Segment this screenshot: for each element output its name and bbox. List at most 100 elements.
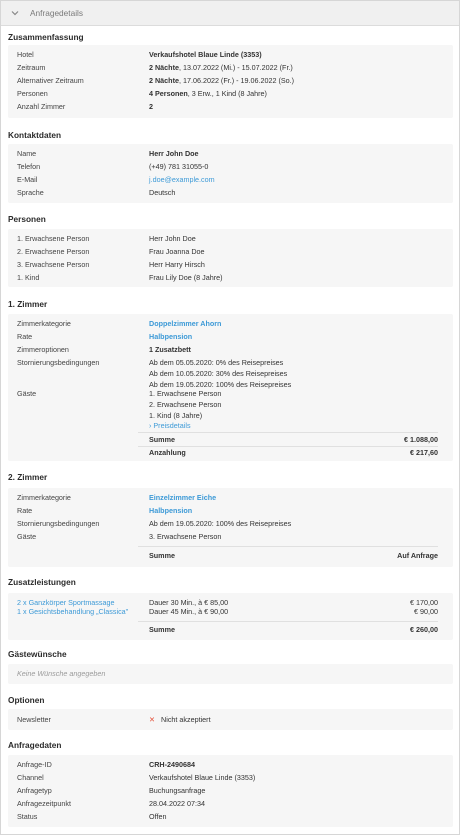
summary-alt-period-row: Alternativer Zeitraum 2 Nächte, 17.06.20… [17, 75, 438, 86]
room1-rate-row: Rate Halbpension [17, 331, 438, 342]
cancel-line: Ab dem 10.05.2020: 30% des Reisepreises [149, 369, 288, 378]
chevron-down-icon[interactable] [10, 8, 20, 18]
contact-lang-row: Sprache Deutsch [17, 187, 438, 198]
contact-phone-label: Telefon [17, 162, 41, 171]
contact-name-label: Name [17, 149, 37, 158]
extras-sum-row: Summe € 260,00 [17, 624, 438, 635]
guest-line: 1. Erwachsene Person [149, 389, 222, 398]
guest-line: 2. Erwachsene Person [149, 400, 222, 409]
room1-cancel-row: Stornierungsbedingungen Ab dem 05.05.202… [17, 357, 438, 390]
room1-options-label: Zimmeroptionen [17, 345, 69, 354]
contact-name-value: Herr John Doe [149, 149, 199, 158]
room2-category-link[interactable]: Einzelzimmer Eiche [149, 492, 216, 503]
room2-category-row: Zimmerkategorie Einzelzimmer Eiche [17, 492, 438, 503]
room2-sum-row: Summe Auf Anfrage [17, 550, 438, 561]
room1-price-details-row: › Preisdetails [17, 420, 438, 431]
newsletter-label: Newsletter [17, 715, 51, 724]
contact-lang-label: Sprache [17, 188, 44, 197]
panel-header[interactable]: Anfragedetails [1, 1, 459, 26]
price-details-link[interactable]: › Preisdetails [149, 420, 191, 431]
extras-sum-label: Summe [149, 625, 175, 634]
room1-rate-link[interactable]: Halbpension [149, 331, 192, 342]
request-type-row: Anfragetyp Buchungsanfrage [17, 785, 438, 796]
summary-period-value: 2 Nächte, 13.07.2022 (Mi.) - 15.07.2022 … [149, 63, 293, 72]
summary-card: Hotel Verkaufshotel Blaue Linde (3353) Z… [8, 45, 453, 118]
room2-guests-row: Gäste 3. Erwachsene Person [17, 531, 438, 542]
options-card: Newsletter ✕ Nicht akzeptiert [8, 709, 453, 730]
request-time-row: Anfragezeitpunkt 28.04.2022 07:34 [17, 798, 438, 809]
room1-cancel-label: Stornierungsbedingungen [17, 358, 100, 367]
room1-sum-row: Summe € 1.088,00 [17, 434, 438, 445]
request-time-value: 28.04.2022 07:34 [149, 799, 205, 808]
summary-hotel-value: Verkaufshotel Blaue Linde (3353) [149, 50, 262, 59]
summary-period-row: Zeitraum 2 Nächte, 13.07.2022 (Mi.) - 15… [17, 62, 438, 73]
newsletter-row: Newsletter ✕ Nicht akzeptiert [17, 714, 438, 725]
room1-card: Zimmerkategorie Doppelzimmer Ahorn Rate … [8, 314, 453, 461]
request-type-label: Anfragetyp [17, 786, 52, 795]
room2-cancel-value: Ab dem 19.05.2020: 100% des Reisepreises [149, 519, 292, 528]
contact-title: Kontaktdaten [8, 130, 62, 140]
contact-card: Name Herr John Doe Telefon (+49) 781 310… [8, 144, 453, 203]
room1-category-row: Zimmerkategorie Doppelzimmer Ahorn [17, 318, 438, 329]
room1-deposit-value: € 217,60 [410, 448, 438, 457]
room1-category-link[interactable]: Doppelzimmer Ahorn [149, 318, 221, 329]
contact-phone-row: Telefon (+49) 781 31055-0 [17, 161, 438, 172]
extra-price: € 90,00 [414, 607, 438, 616]
persons-card: 1. Erwachsene Person Herr John Doe 2. Er… [8, 229, 453, 287]
extras-card: 2 x Ganzkörper Sportmassage Dauer 30 Min… [8, 593, 453, 640]
wishes-title: Gästewünsche [8, 649, 67, 659]
summary-rooms-row: Anzahl Zimmer 2 [17, 101, 438, 112]
room1-sum-label: Summe [149, 435, 175, 444]
room1-title: 1. Zimmer [8, 299, 48, 309]
newsletter-value: ✕ Nicht akzeptiert [149, 715, 211, 724]
contact-phone-value: (+49) 781 31055-0 [149, 162, 209, 171]
extras-title: Zusatzleistungen [8, 577, 76, 587]
summary-persons-value: 4 Personen, 3 Erw., 1 Kind (8 Jahre) [149, 89, 267, 98]
room1-sum-value: € 1.088,00 [404, 435, 438, 444]
contact-email-label: E-Mail [17, 175, 38, 184]
cancel-line: Ab dem 05.05.2020: 0% des Reisepreises [149, 358, 284, 367]
extra-name-link[interactable]: 1 x Gesichtsbehandlung „Classica" [17, 606, 128, 617]
room1-deposit-label: Anzahlung [149, 448, 186, 457]
room1-cancel-values: Ab dem 05.05.2020: 0% des Reisepreises A… [149, 357, 291, 390]
divider [138, 432, 438, 433]
table-row: 1 x Gesichtsbehandlung „Classica" Dauer … [17, 606, 438, 617]
close-icon: ✕ [149, 715, 156, 724]
contact-email-link[interactable]: j.doe@example.com [149, 174, 215, 185]
wishes-card: Keine Wünsche angegeben [8, 664, 453, 684]
extras-sum-value: € 260,00 [410, 625, 438, 634]
summary-persons-row: Personen 4 Personen, 3 Erw., 1 Kind (8 J… [17, 88, 438, 99]
divider [138, 546, 438, 547]
request-id-value: CRH-2490684 [149, 760, 195, 769]
request-details-panel: Anfragedetails Zusammenfassung Hotel Ver… [0, 0, 460, 835]
room2-category-label: Zimmerkategorie [17, 493, 71, 502]
persons-title: Personen [8, 214, 46, 224]
status-badge: Offen [149, 812, 167, 821]
request-channel-row: Channel Verkaufshotel Blaue Linde (3353) [17, 772, 438, 783]
summary-alt-period-label: Alternativer Zeitraum [17, 76, 84, 85]
divider [138, 621, 438, 622]
room1-options-value: 1 Zusatzbett [149, 345, 191, 354]
room1-category-label: Zimmerkategorie [17, 319, 71, 328]
room2-sum-value: Auf Anfrage [397, 551, 438, 560]
room1-deposit-row: Anzahlung € 217,60 [17, 447, 438, 458]
summary-hotel-row: Hotel Verkaufshotel Blaue Linde (3353) [17, 49, 438, 60]
person-value: Frau Lily Doe (8 Jahre) [149, 273, 223, 282]
room1-guests-row: Gäste 1. Erwachsene Person 2. Erwachsene… [17, 388, 438, 421]
room1-guests-values: 1. Erwachsene Person 2. Erwachsene Perso… [149, 388, 221, 421]
list-item: 1. Erwachsene Person Herr John Doe [17, 233, 438, 244]
request-status-label: Status [17, 812, 38, 821]
request-channel-value: Verkaufshotel Blaue Linde (3353) [149, 773, 256, 782]
contact-name-row: Name Herr John Doe [17, 148, 438, 159]
room2-rate-link[interactable]: Halbpension [149, 505, 192, 516]
contact-email-row: E-Mail j.doe@example.com [17, 174, 438, 185]
list-item: 3. Erwachsene Person Herr Harry Hirsch [17, 259, 438, 270]
request-channel-label: Channel [17, 773, 44, 782]
options-title: Optionen [8, 695, 45, 705]
person-label: 1. Erwachsene Person [17, 234, 90, 243]
room2-rate-row: Rate Halbpension [17, 505, 438, 516]
person-label: 2. Erwachsene Person [17, 247, 90, 256]
request-id-label: Anfrage-ID [17, 760, 52, 769]
room2-card: Zimmerkategorie Einzelzimmer Eiche Rate … [8, 488, 453, 567]
person-label: 1. Kind [17, 273, 40, 282]
